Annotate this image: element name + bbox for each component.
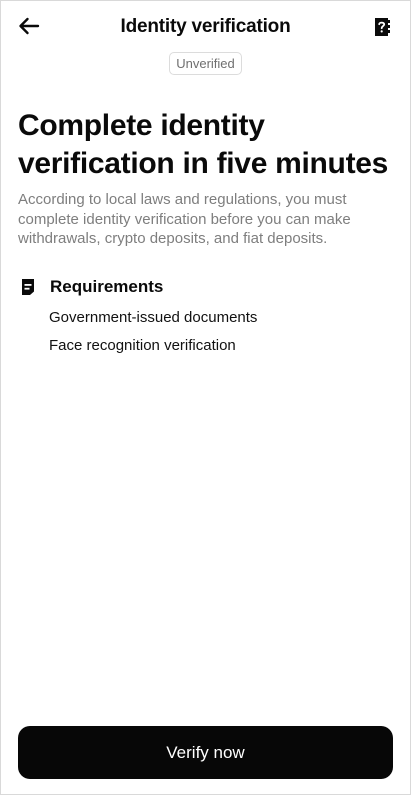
question-book-icon <box>373 17 391 42</box>
requirement-item: Face recognition verification <box>49 337 236 354</box>
identity-verification-screen: Identity verification Unverified Complet… <box>0 0 411 795</box>
description-text: According to local laws and regulations,… <box>18 191 351 247</box>
page-title: Identity verification <box>120 16 291 37</box>
requirement-item: Government-issued documents <box>49 309 258 326</box>
document-icon <box>19 277 37 297</box>
requirements-header: Requirements <box>19 277 163 297</box>
status-badge-wrapper: Unverified <box>1 52 410 75</box>
headline: Complete identity verification in five m… <box>18 109 389 180</box>
help-button[interactable] <box>368 15 396 43</box>
verify-now-label: Verify now <box>166 742 245 762</box>
status-badge: Unverified <box>169 52 242 75</box>
top-bar: Identity verification <box>1 1 410 55</box>
requirements-title: Requirements <box>50 277 164 296</box>
verify-now-button[interactable]: Verify now <box>18 726 393 779</box>
